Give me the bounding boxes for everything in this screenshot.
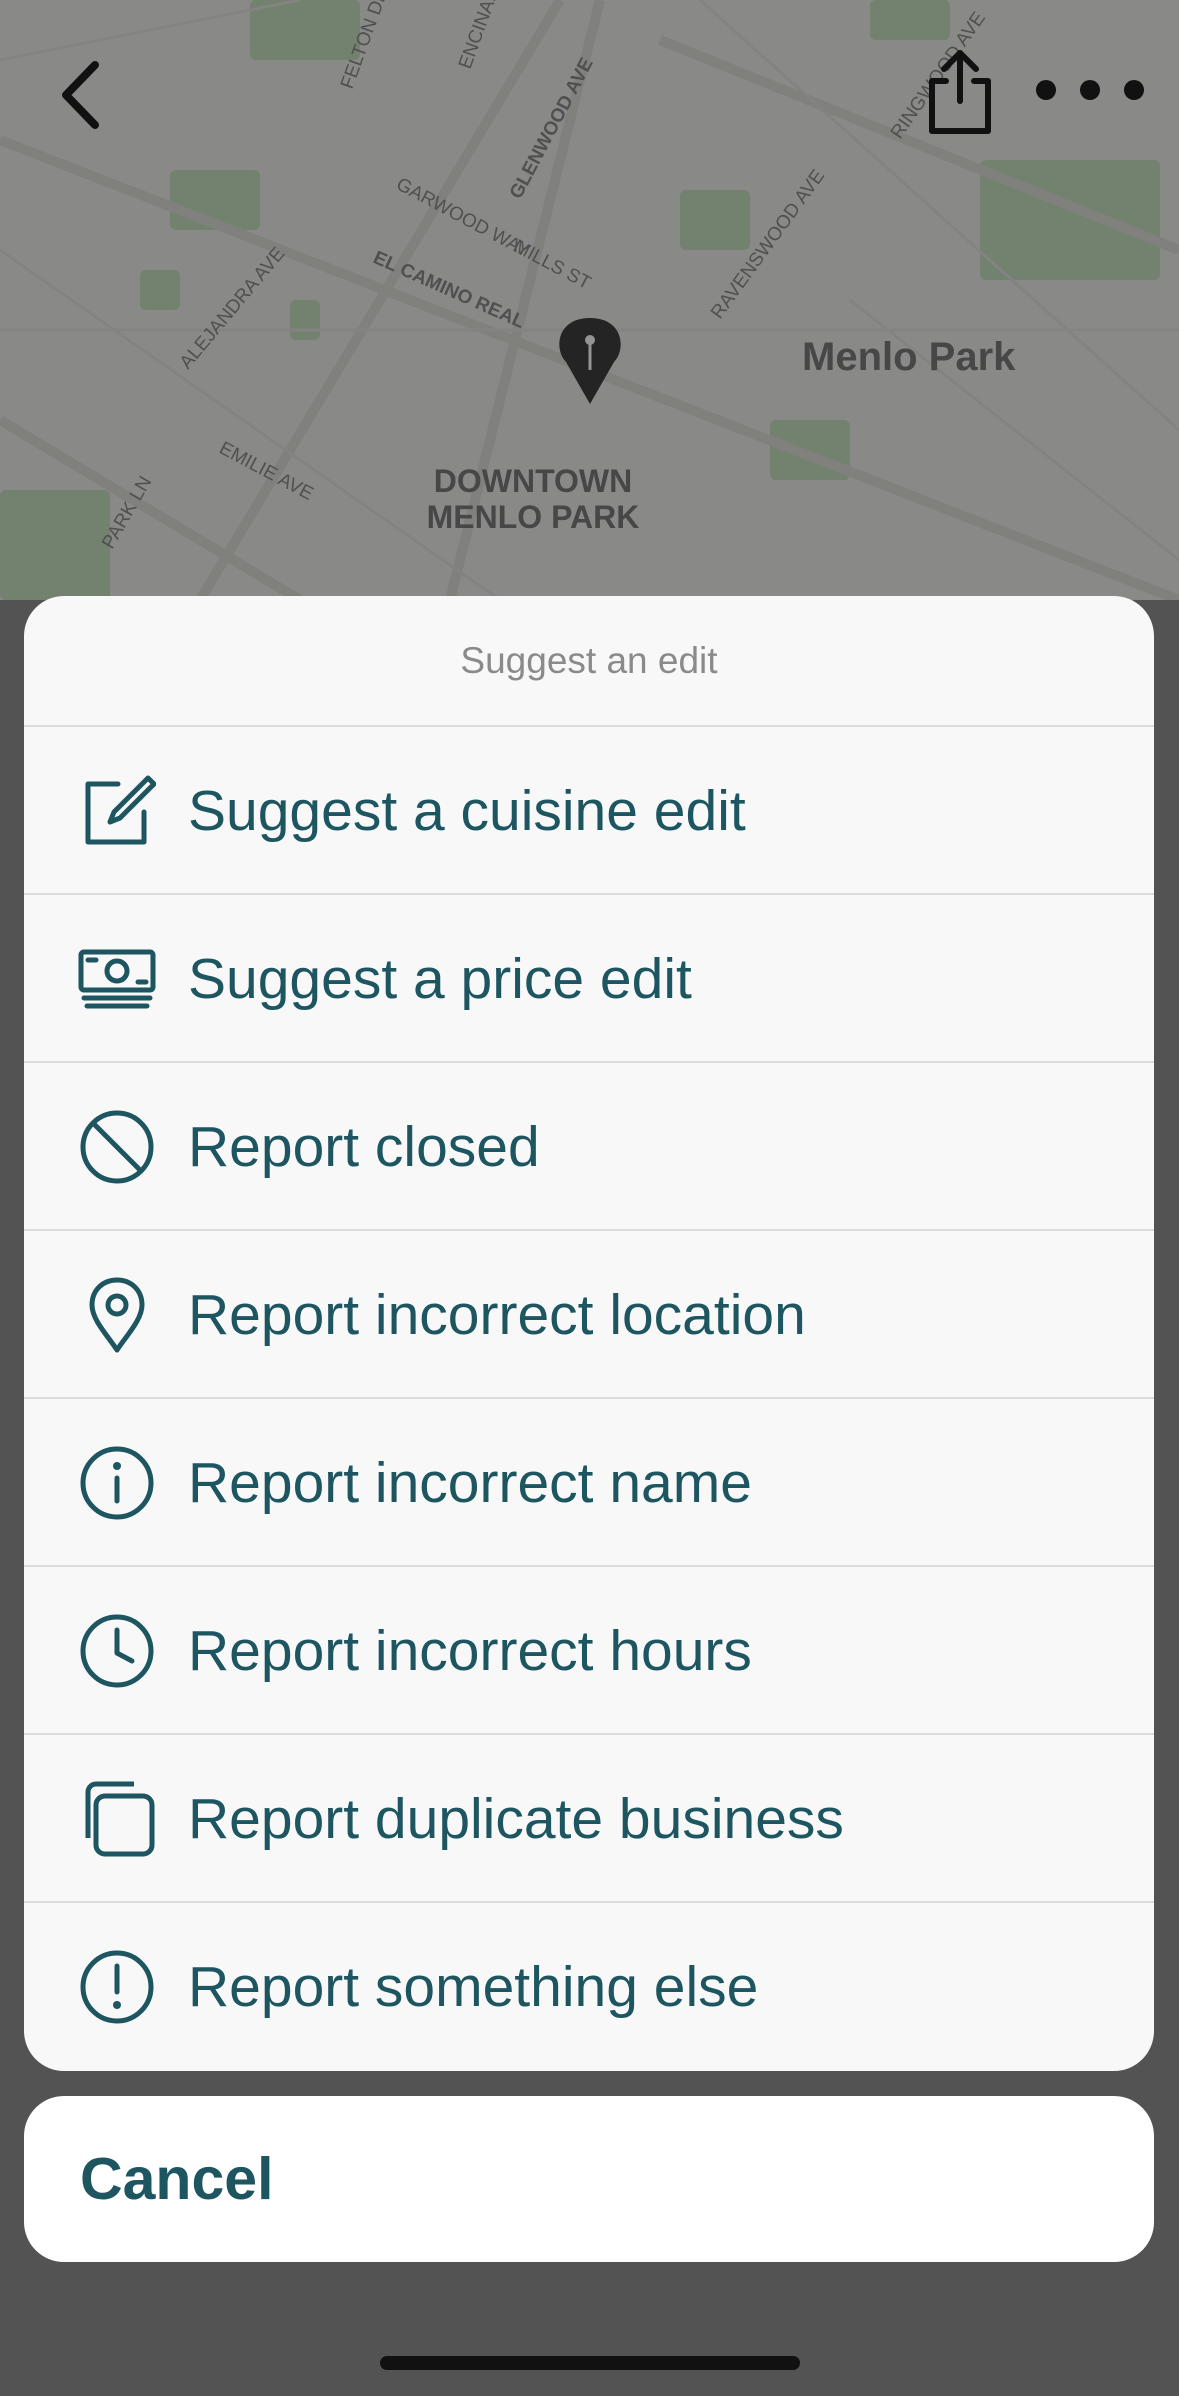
report-incorrect-location-option[interactable]: Report incorrect location xyxy=(24,1231,1154,1399)
info-icon xyxy=(80,1446,154,1520)
edit-icon xyxy=(85,775,156,845)
ellipsis-icon xyxy=(1036,80,1144,100)
suggest-edit-sheet: Suggest an edit Suggest a cuisine edit S… xyxy=(24,596,1154,2071)
option-label: Report duplicate business xyxy=(188,1787,844,1851)
home-indicator[interactable] xyxy=(380,2356,800,2370)
report-duplicate-business-option[interactable]: Report duplicate business xyxy=(24,1735,1154,1903)
suggest-price-edit-option[interactable]: Suggest a price edit xyxy=(24,895,1154,1063)
option-label: Suggest a price edit xyxy=(188,947,692,1011)
back-button[interactable] xyxy=(50,55,120,135)
chevron-left-icon xyxy=(62,61,99,129)
share-icon xyxy=(929,50,991,134)
option-label: Report something else xyxy=(188,1955,759,2019)
cash-icon xyxy=(78,949,156,1009)
clock-icon xyxy=(80,1614,154,1688)
report-something-else-option[interactable]: Report something else xyxy=(24,1903,1154,2071)
more-options-button[interactable] xyxy=(1030,75,1150,105)
prohibited-icon xyxy=(80,1110,154,1184)
cancel-label: Cancel xyxy=(80,2146,274,2212)
location-pin-icon xyxy=(89,1277,145,1353)
option-label: Suggest a cuisine edit xyxy=(188,779,746,843)
report-incorrect-hours-option[interactable]: Report incorrect hours xyxy=(24,1567,1154,1735)
sheet-title: Suggest an edit xyxy=(24,596,1154,727)
alert-icon xyxy=(80,1950,154,2024)
report-incorrect-name-option[interactable]: Report incorrect name xyxy=(24,1399,1154,1567)
option-label: Report incorrect location xyxy=(188,1283,806,1347)
option-label: Report incorrect hours xyxy=(188,1619,752,1683)
report-closed-option[interactable]: Report closed xyxy=(24,1063,1154,1231)
cancel-button[interactable]: Cancel xyxy=(24,2096,1154,2262)
share-button[interactable] xyxy=(922,45,998,137)
duplicate-icon xyxy=(85,1781,155,1857)
suggest-cuisine-edit-option[interactable]: Suggest a cuisine edit xyxy=(24,727,1154,895)
option-label: Report incorrect name xyxy=(188,1451,752,1515)
option-label: Report closed xyxy=(188,1115,540,1179)
